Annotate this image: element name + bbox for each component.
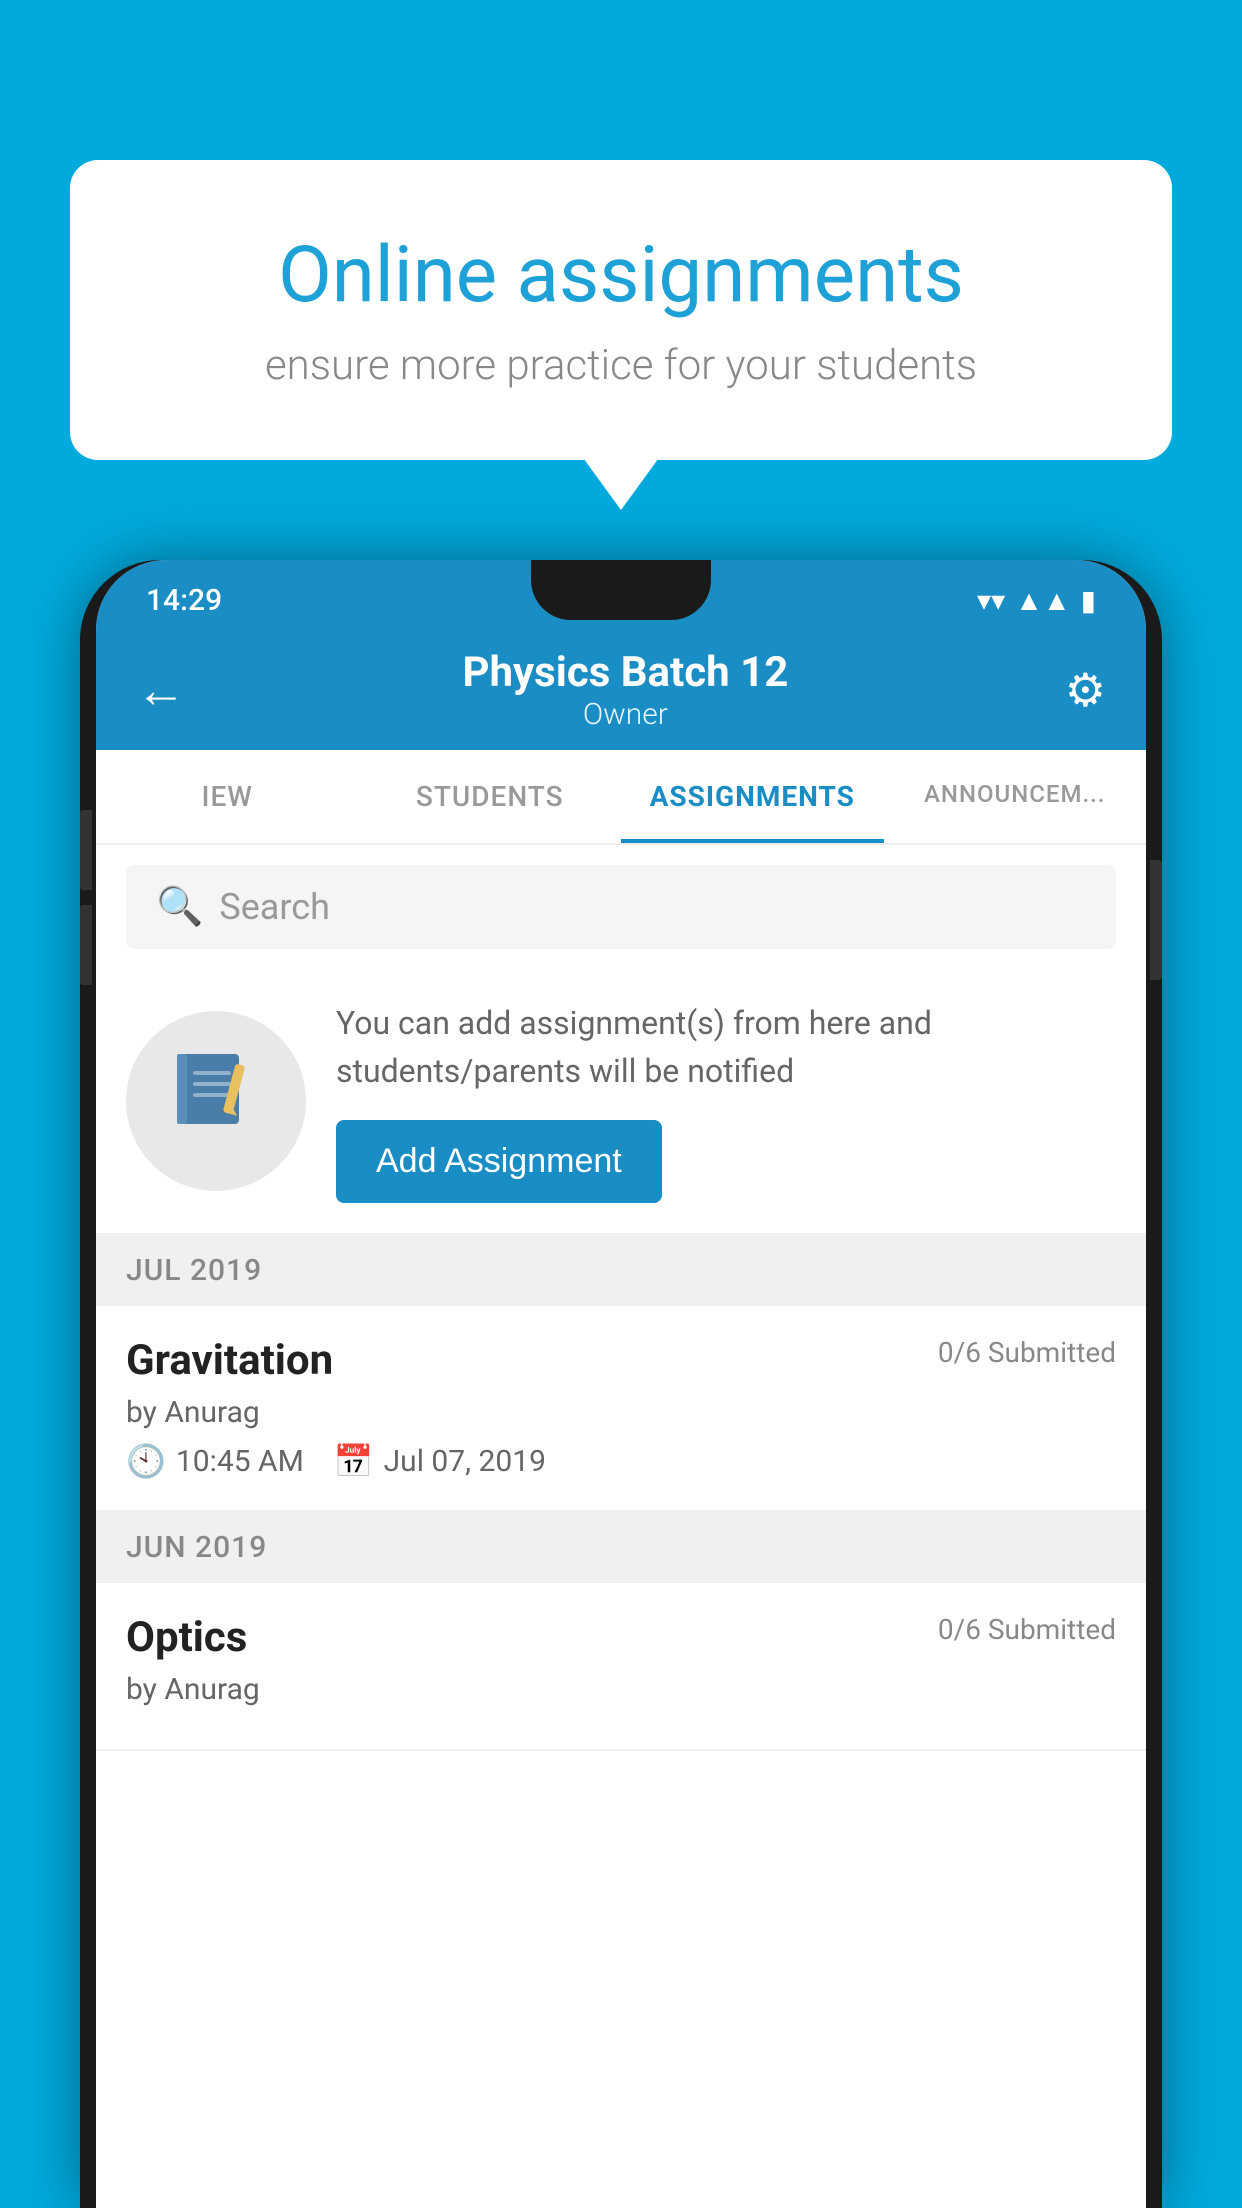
tab-announcements[interactable]: ANNOUNCEM... [884,750,1147,843]
header-title: Physics Batch 12 [462,648,788,697]
promo-section: You can add assignment(s) from here and … [96,969,1146,1235]
back-button[interactable]: ← [136,661,186,720]
assignment-gravitation-time-text: 10:45 AM [176,1444,304,1479]
search-text: Search [219,886,330,928]
promo-text-section: You can add assignment(s) from here and … [336,999,1116,1203]
wifi-icon: ▾▾ [977,584,1005,617]
assignment-gravitation-date-text: Jul 07, 2019 [384,1444,546,1479]
speech-bubble: Online assignments ensure more practice … [70,160,1172,460]
status-time: 14:29 [146,583,222,618]
speech-bubble-container: Online assignments ensure more practice … [70,160,1172,460]
section-header-jul-text: JUL 2019 [126,1253,262,1288]
assignment-gravitation-submitted: 0/6 Submitted [938,1336,1116,1369]
assignment-gravitation-author: by Anurag [126,1395,1116,1430]
assignment-gravitation-time: 🕙 10:45 AM [126,1442,304,1480]
section-header-jun-text: JUN 2019 [126,1530,267,1565]
calendar-icon: 📅 [334,1442,374,1480]
promo-icon-circle [126,1011,306,1191]
add-assignment-button[interactable]: Add Assignment [336,1120,662,1203]
tab-assignments[interactable]: ASSIGNMENTS [621,750,884,843]
status-icons: ▾▾ ▲▲ ▮ [977,584,1096,617]
settings-button[interactable]: ⚙ [1065,663,1106,718]
assignment-optics-author: by Anurag [126,1672,1116,1707]
promo-description: You can add assignment(s) from here and … [336,999,1116,1095]
tab-students[interactable]: STUDENTS [359,750,622,843]
search-bar[interactable]: 🔍 Search [126,865,1116,949]
search-container: 🔍 Search [96,845,1146,969]
phone-screen: 14:29 ▾▾ ▲▲ ▮ ← Physics Batch 12 Owner ⚙… [96,560,1146,2208]
assignment-gravitation-top-row: Gravitation 0/6 Submitted [126,1336,1116,1385]
tab-iew[interactable]: IEW [96,750,359,843]
signal-icon: ▲▲ [1015,584,1070,617]
section-header-jun: JUN 2019 [96,1512,1146,1583]
assignment-item-optics[interactable]: Optics 0/6 Submitted by Anurag [96,1583,1146,1751]
header-title-section: Physics Batch 12 Owner [462,648,788,732]
tabs-container: IEW STUDENTS ASSIGNMENTS ANNOUNCEM... [96,750,1146,845]
assignment-gravitation-meta: 🕙 10:45 AM 📅 Jul 07, 2019 [126,1442,1116,1480]
phone-frame: 14:29 ▾▾ ▲▲ ▮ ← Physics Batch 12 Owner ⚙… [80,560,1162,2208]
section-header-jul: JUL 2019 [96,1235,1146,1306]
bubble-title: Online assignments [150,230,1092,321]
header-subtitle: Owner [462,697,788,732]
phone-side-buttons-left [80,810,96,1005]
battery-icon: ▮ [1081,584,1096,617]
clock-icon: 🕙 [126,1442,166,1480]
assignment-gravitation-title: Gravitation [126,1336,333,1385]
assignment-optics-submitted: 0/6 Submitted [938,1613,1116,1646]
notebook-icon [171,1046,261,1156]
content-area: 🔍 Search [96,845,1146,1751]
phone-side-buttons-right [1150,860,1162,980]
assignment-item-gravitation[interactable]: Gravitation 0/6 Submitted by Anurag 🕙 10… [96,1306,1146,1512]
search-icon: 🔍 [156,885,203,929]
assignment-optics-title: Optics [126,1613,247,1662]
assignment-optics-top-row: Optics 0/6 Submitted [126,1613,1116,1662]
app-header: ← Physics Batch 12 Owner ⚙ [96,630,1146,750]
bubble-subtitle: ensure more practice for your students [150,341,1092,390]
phone-notch [531,560,711,620]
assignment-gravitation-date: 📅 Jul 07, 2019 [334,1442,546,1480]
